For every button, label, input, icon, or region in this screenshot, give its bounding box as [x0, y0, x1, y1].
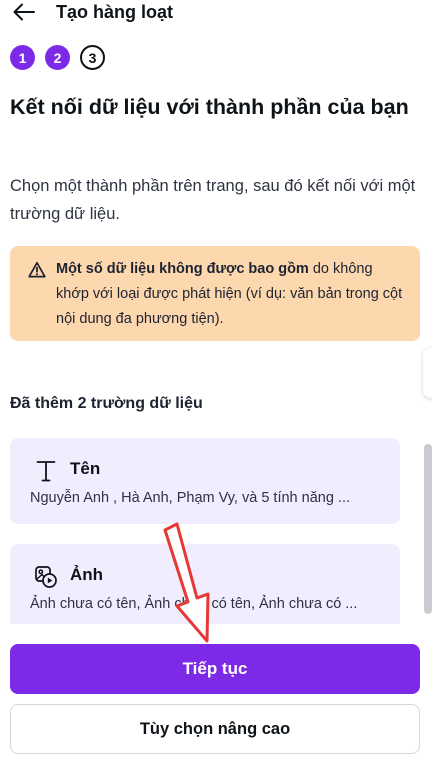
back-button[interactable]: [10, 0, 38, 24]
text-type-icon: [34, 458, 58, 484]
arrow-left-icon: [13, 3, 35, 21]
step-indicator: 1 2 3: [10, 45, 105, 70]
step-2: 2: [45, 45, 70, 70]
section-heading: Kết nối dữ liệu với thành phần của bạn: [10, 95, 409, 119]
field-values: Nguyễn Anh , Hà Anh, Phạm Vy, và 5 tính …: [30, 490, 351, 506]
continue-button[interactable]: Tiếp tục: [10, 644, 420, 694]
step-1: 1: [10, 45, 35, 70]
warning-triangle-icon: [28, 261, 46, 278]
advanced-options-button[interactable]: Tùy chọn nâng cao: [10, 704, 420, 754]
side-panel-handle[interactable]: [423, 348, 432, 398]
bulk-create-panel: Tạo hàng loạt 1 2 3 Kết nối dữ liệu với …: [0, 0, 432, 759]
data-field-card-name[interactable]: Tên Nguyễn Anh , Hà Anh, Phạm Vy, và 5 t…: [10, 438, 400, 524]
page-title: Tạo hàng loạt: [56, 2, 173, 22]
scrollbar[interactable]: [424, 444, 432, 614]
field-label: Ảnh: [70, 565, 104, 584]
warning-banner: Một số dữ liệu không được bao gồm do khô…: [10, 246, 420, 341]
data-field-card-image[interactable]: Ảnh Ảnh chưa có tên, Ảnh chưa có tên, Ản…: [10, 544, 400, 630]
header: Tạo hàng loạt: [0, 0, 432, 26]
field-values: Ảnh chưa có tên, Ảnh chưa có tên, Ảnh ch…: [30, 596, 358, 612]
field-label: Tên: [70, 459, 101, 478]
warning-text: Một số dữ liệu không được bao gồm do khô…: [56, 257, 408, 332]
image-video-icon: [34, 564, 58, 590]
section-description: Chọn một thành phần trên trang, sau đó k…: [10, 177, 416, 223]
warning-bold-text: Một số dữ liệu không được bao gồm: [56, 261, 309, 277]
step-3: 3: [80, 45, 105, 70]
fields-heading: Đã thêm 2 trường dữ liệu: [10, 395, 203, 412]
